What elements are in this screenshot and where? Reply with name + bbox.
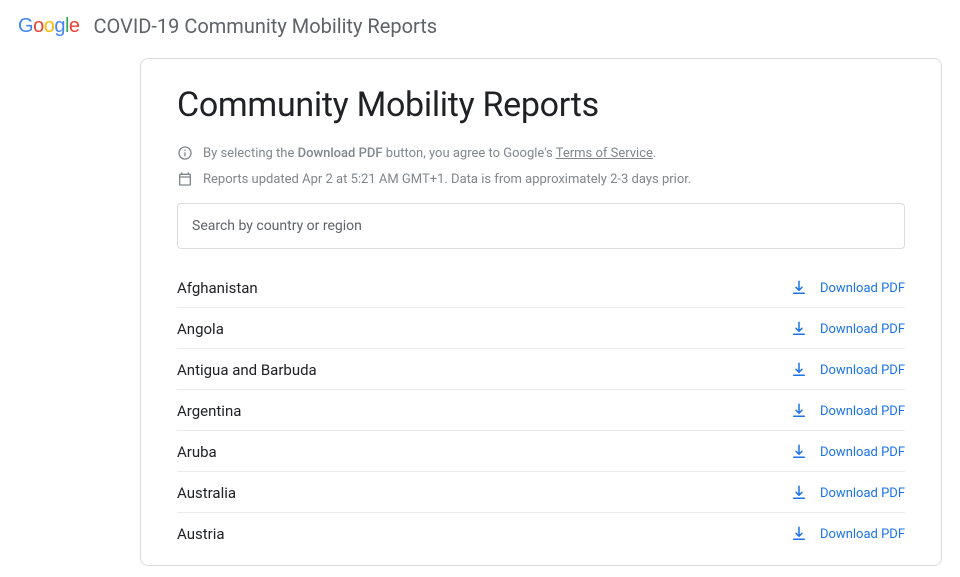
- country-row: Aruba Download PDF: [177, 431, 905, 472]
- download-pdf-label: Download PDF: [820, 527, 905, 542]
- search-input[interactable]: [177, 203, 905, 249]
- download-icon: [790, 443, 808, 461]
- download-icon: [790, 402, 808, 420]
- download-pdf-link[interactable]: Download PDF: [790, 525, 905, 543]
- download-icon: [790, 279, 808, 297]
- country-name: Angola: [177, 320, 224, 338]
- download-pdf-link[interactable]: Download PDF: [790, 402, 905, 420]
- download-pdf-link[interactable]: Download PDF: [790, 320, 905, 338]
- country-row: Australia Download PDF: [177, 472, 905, 513]
- download-icon: [790, 525, 808, 543]
- download-pdf-link[interactable]: Download PDF: [790, 484, 905, 502]
- disclaimer-row: By selecting the Download PDF button, yo…: [177, 145, 905, 161]
- main-card: Community Mobility Reports By selecting …: [140, 58, 942, 566]
- download-pdf-label: Download PDF: [820, 281, 905, 296]
- country-name: Argentina: [177, 402, 241, 420]
- download-icon: [790, 361, 808, 379]
- country-row: Argentina Download PDF: [177, 390, 905, 431]
- page-title: Community Mobility Reports: [177, 85, 905, 125]
- country-name: Austria: [177, 525, 225, 543]
- calendar-icon: [177, 171, 193, 187]
- download-pdf-label: Download PDF: [820, 404, 905, 419]
- app-title: COVID-19 Community Mobility Reports: [94, 14, 438, 38]
- download-pdf-link[interactable]: Download PDF: [790, 443, 905, 461]
- download-pdf-link[interactable]: Download PDF: [790, 279, 905, 297]
- country-name: Afghanistan: [177, 279, 258, 297]
- country-list: Afghanistan Download PDF Angola Download PD…: [177, 267, 905, 553]
- download-pdf-label: Download PDF: [820, 322, 905, 337]
- updated-row: Reports updated Apr 2 at 5:21 AM GMT+1. …: [177, 171, 905, 187]
- download-pdf-link[interactable]: Download PDF: [790, 361, 905, 379]
- info-icon: [177, 145, 193, 161]
- country-row: Antigua and Barbuda Download PDF: [177, 349, 905, 390]
- updated-text: Reports updated Apr 2 at 5:21 AM GMT+1. …: [203, 172, 691, 187]
- download-pdf-label: Download PDF: [820, 445, 905, 460]
- download-pdf-label: Download PDF: [820, 486, 905, 501]
- country-name: Antigua and Barbuda: [177, 361, 317, 379]
- disclaimer-text: By selecting the Download PDF button, yo…: [203, 146, 656, 161]
- download-icon: [790, 484, 808, 502]
- country-name: Australia: [177, 484, 236, 502]
- country-name: Aruba: [177, 443, 217, 461]
- terms-link[interactable]: Terms of Service: [556, 146, 653, 161]
- google-logo: Google: [18, 15, 80, 38]
- download-pdf-label: Download PDF: [820, 363, 905, 378]
- country-row: Angola Download PDF: [177, 308, 905, 349]
- download-icon: [790, 320, 808, 338]
- country-row: Afghanistan Download PDF: [177, 267, 905, 308]
- search-box: [177, 203, 905, 249]
- country-row: Austria Download PDF: [177, 513, 905, 553]
- page-header: Google COVID-19 Community Mobility Repor…: [0, 0, 960, 52]
